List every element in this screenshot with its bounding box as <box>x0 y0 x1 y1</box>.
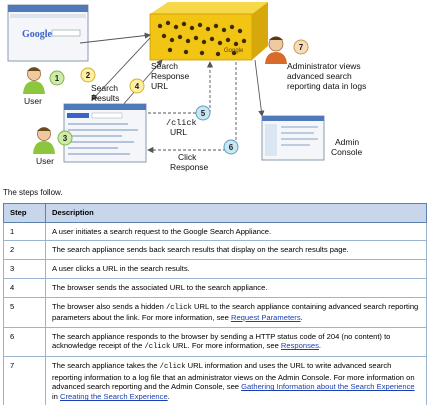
doc-link[interactable]: Creating the Search Experience <box>60 392 168 401</box>
description-text: The browser sends the associated URL to … <box>52 282 268 292</box>
step-number: 6 <box>3 326 46 358</box>
description-text: . <box>318 341 322 351</box>
table-row: 5 The browser also sends a hidden /click … <box>3 296 427 328</box>
svg-text:4: 4 <box>135 82 140 91</box>
user-label-bottom: User <box>36 156 54 166</box>
svg-text:3: 3 <box>63 134 68 143</box>
description-text: The search appliance takes the <box>52 361 160 371</box>
code-text: /click <box>165 303 192 312</box>
step-description: The search appliance responds to the bro… <box>45 326 427 358</box>
step-description: The search appliance takes the /click UR… <box>45 356 427 405</box>
google-logo: Google <box>22 29 53 40</box>
click-url-label: /click URL <box>166 118 197 137</box>
search-response-url-label: Search Response URL <box>151 61 190 91</box>
step-number: 3 <box>3 259 46 279</box>
svg-text:6: 6 <box>229 143 234 152</box>
arrow-user-to-appliance <box>79 32 151 44</box>
browser-window-search: Google <box>7 4 89 62</box>
step-4-circle: 4 <box>129 78 145 94</box>
table-row: 4 The browser sends the associated URL to… <box>3 277 427 298</box>
appliance-brand: Google <box>224 48 244 54</box>
step-description: The browser sends the associated URL to … <box>45 277 427 298</box>
step-3-circle: 3 <box>57 130 73 146</box>
table-row: 6 The search appliance responds to the br… <box>3 326 427 358</box>
step-5-circle: 5 <box>195 105 211 121</box>
step-7-circle: 7 <box>293 39 309 55</box>
svg-text:1: 1 <box>55 74 60 83</box>
description-text: The browser also sends a hidden <box>52 301 166 311</box>
svg-text:2: 2 <box>86 71 91 80</box>
step-description: A user clicks a URL in the search result… <box>45 259 427 279</box>
user-label-top: User <box>24 96 42 106</box>
administrator-figure <box>265 36 287 64</box>
search-appliance: Google <box>149 2 268 61</box>
step-description: A user initiates a search request to the… <box>45 221 427 242</box>
description-text: . <box>300 312 303 322</box>
doc-link[interactable]: Request Parameters <box>231 313 301 322</box>
arrow-to-admin-console <box>254 59 265 117</box>
code-text: /click <box>159 363 186 372</box>
description-text: A user clicks a URL in the search result… <box>52 264 190 274</box>
user-figure-top <box>23 67 45 94</box>
description-text: . <box>167 392 170 402</box>
step-description: The browser also sends a hidden /click U… <box>45 296 427 328</box>
description-text: The search appliance sends back search r… <box>52 245 349 255</box>
user-figure-bottom <box>33 127 55 154</box>
header-description: Description <box>45 203 427 223</box>
doc-link[interactable]: Responses <box>281 341 319 350</box>
description-text: A user initiates a search request to the… <box>52 226 272 236</box>
step-1-circle: 1 <box>49 70 65 86</box>
step-number: 5 <box>3 296 46 328</box>
header-step: Step <box>3 203 46 223</box>
search-reporting-diagram: Google Google 7 Administrator views advan… <box>7 2 366 172</box>
svg-text:7: 7 <box>299 43 304 52</box>
intro-text: The steps follow. <box>3 188 63 197</box>
description-text: in <box>52 392 61 402</box>
admin-console-label: Admin Console <box>331 137 362 157</box>
step-2-circle: 2 <box>80 67 96 83</box>
search-results-label: Search Results <box>91 83 119 103</box>
table-row: 7 The search appliance takes the /click U… <box>3 356 427 405</box>
table-row: 1 A user initiates a search request to th… <box>3 221 427 242</box>
svg-text:5: 5 <box>201 109 206 118</box>
table-row: 3 A user clicks a URL in the search resul… <box>3 259 427 279</box>
admin-views-label: Administrator views advanced search report… <box>287 61 366 91</box>
admin-console-window <box>261 115 325 161</box>
step-6-circle: 6 <box>223 139 239 155</box>
step-description: The search appliance sends back search r… <box>45 240 427 261</box>
step-number: 4 <box>3 277 46 298</box>
steps-table: Step Description 1 A user initiates a sea… <box>3 203 427 405</box>
description-text: URL. For more information, see <box>170 341 281 351</box>
table-header-row: Step Description <box>3 203 427 223</box>
step-number: 2 <box>3 240 46 261</box>
doc-link[interactable]: Gathering Information about the Search E… <box>241 382 415 391</box>
step-number: 1 <box>3 221 46 242</box>
click-response-label: Click Response <box>170 152 209 172</box>
step-number: 7 <box>3 356 46 405</box>
table-row: 2 The search appliance sends back search … <box>3 240 427 261</box>
code-text: /click <box>144 343 171 352</box>
browser-window-results <box>63 103 147 163</box>
